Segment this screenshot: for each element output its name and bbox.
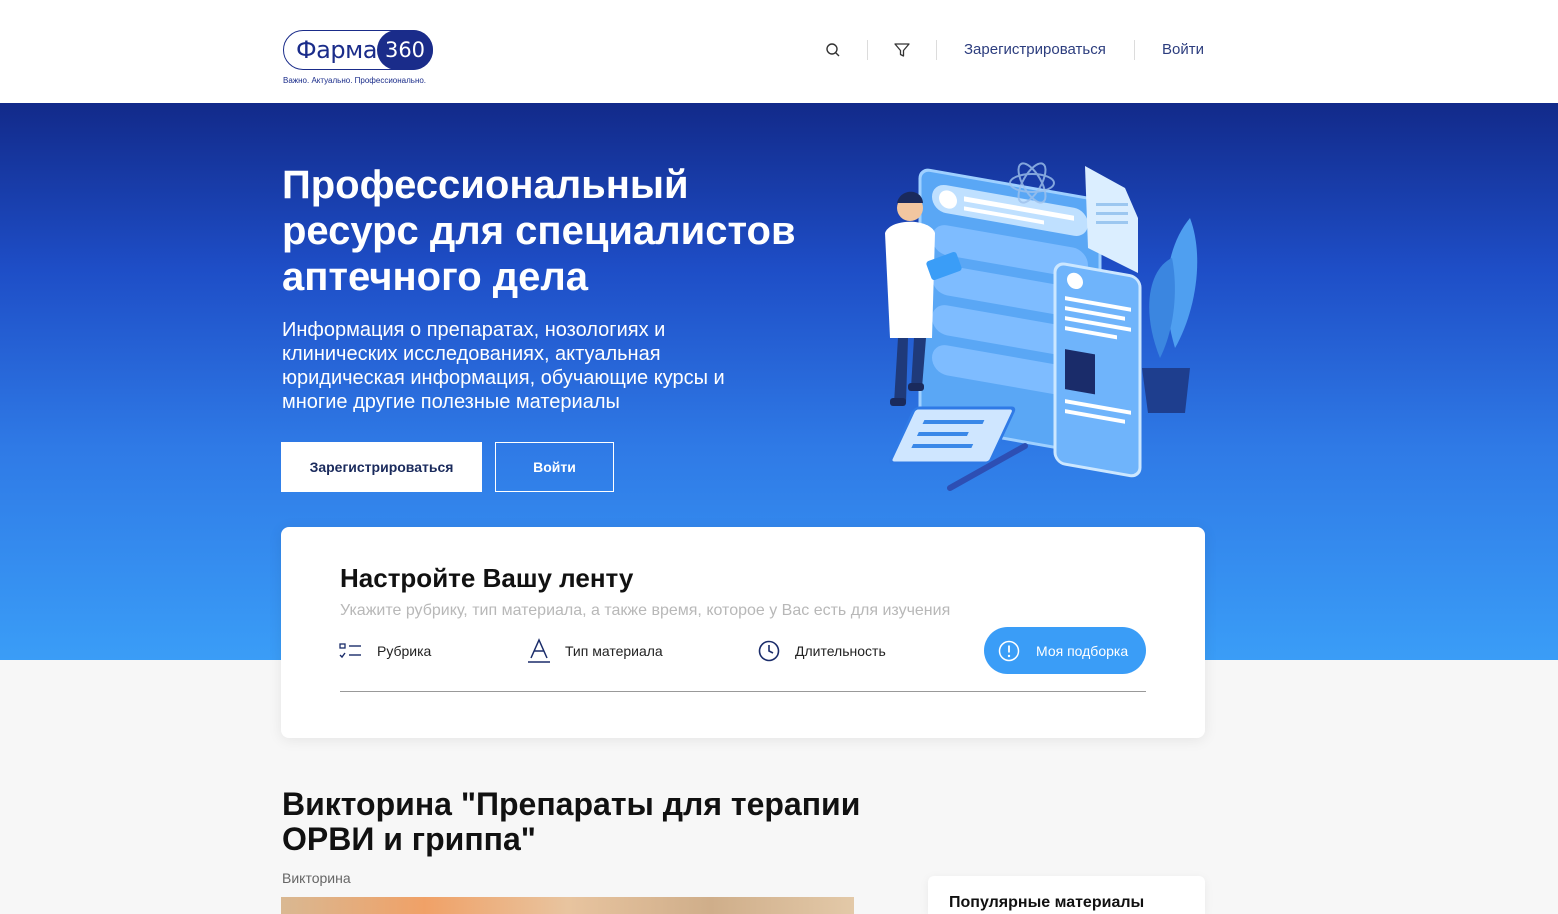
my-selection-label: Моя подборка: [1036, 642, 1129, 659]
filter-material-type-label: Тип материала: [565, 643, 663, 659]
nav-divider: [1134, 40, 1135, 60]
my-selection-button[interactable]: Моя подборка: [984, 627, 1146, 674]
filter-rubric[interactable]: Рубрика: [339, 637, 431, 665]
pharmacist-illustration: [885, 162, 1198, 491]
feed-subtitle: Укажите рубрику, тип материала, а также …: [340, 602, 951, 619]
info-circle-icon: [998, 640, 1020, 661]
filter-icon[interactable]: [892, 40, 912, 60]
filter-rubric-label: Рубрика: [377, 643, 432, 659]
popular-materials-panel: Популярные материалы: [928, 876, 1205, 914]
list-icon: [339, 641, 363, 661]
logo-pill: Фарма 360: [283, 30, 433, 70]
article-category[interactable]: Викторина: [282, 870, 351, 886]
popular-materials-title: Популярные материалы: [949, 894, 1145, 911]
nav-register-link[interactable]: Зарегистрироваться: [964, 41, 1106, 58]
article-title[interactable]: Викторина "Препараты для терапии ОРВИ и …: [282, 787, 862, 857]
nav-divider: [867, 40, 868, 60]
filter-duration[interactable]: Длительность: [757, 637, 886, 665]
hero-subtitle: Информация о препаратах, нозологиях и кл…: [282, 319, 725, 413]
logo-word: Фарма: [296, 36, 377, 64]
letter-a-icon: [527, 638, 551, 664]
hero-title: Профессиональный ресурс для специалистов…: [282, 163, 796, 299]
nav-login-link[interactable]: Войти: [1162, 41, 1204, 58]
site-header: Фарма 360 Важно. Актуально. Профессионал…: [0, 0, 1558, 103]
hero-login-button[interactable]: Войти: [495, 442, 614, 492]
feed-title: Настройте Вашу ленту: [340, 563, 634, 593]
nav-divider: [936, 40, 937, 60]
search-icon[interactable]: [823, 40, 843, 60]
filter-duration-label: Длительность: [795, 643, 886, 659]
logo[interactable]: Фарма 360 Важно. Актуально. Профессионал…: [283, 30, 435, 90]
article-image[interactable]: [281, 897, 854, 914]
feed-settings-card: Настройте Вашу ленту Укажите рубрику, ти…: [281, 527, 1205, 738]
logo-number: 360: [377, 30, 433, 70]
filter-material-type[interactable]: Тип материала: [527, 637, 663, 665]
hero-register-button[interactable]: Зарегистрироваться: [281, 442, 482, 492]
clock-icon: [757, 639, 781, 663]
feed-divider: [340, 691, 1146, 692]
logo-tagline: Важно. Актуально. Профессионально.: [283, 76, 427, 85]
